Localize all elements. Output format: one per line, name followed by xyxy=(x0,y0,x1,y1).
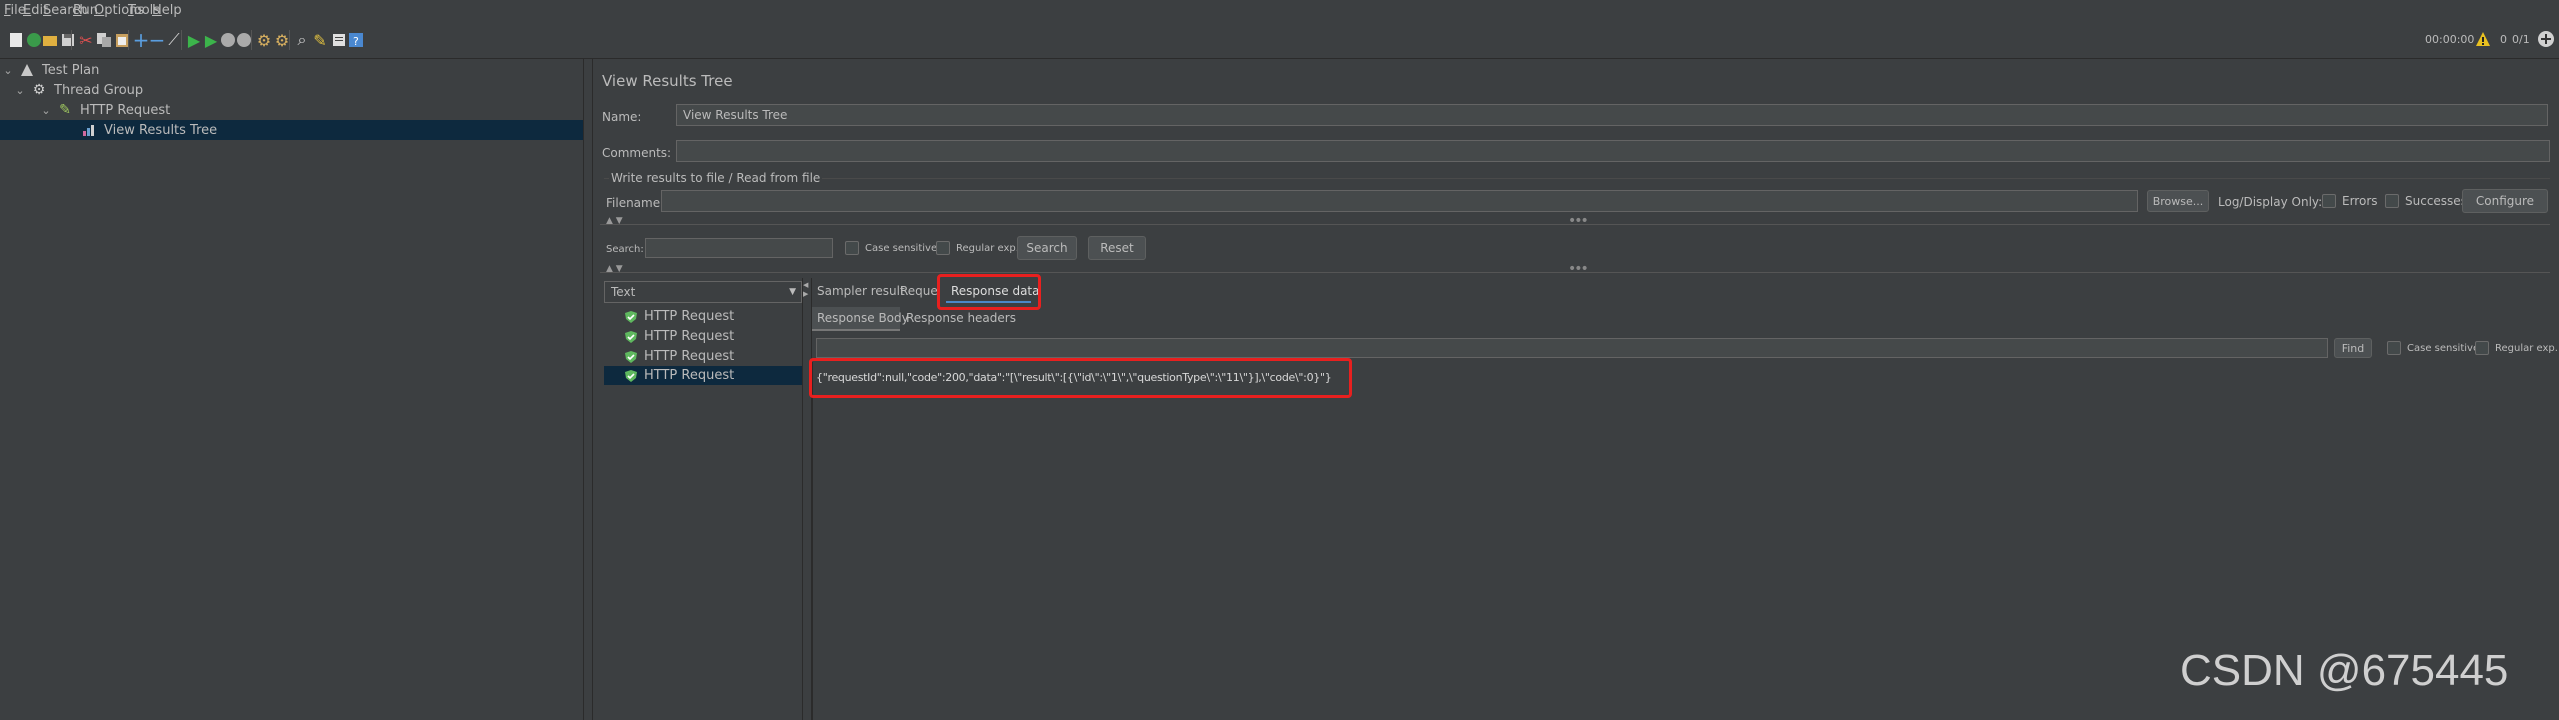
filename-label: Filename xyxy=(606,196,661,210)
reset-search-icon[interactable]: ✎ xyxy=(310,30,330,50)
result-item-label: HTTP Request xyxy=(644,368,735,383)
tree-item-label: View Results Tree xyxy=(104,122,218,138)
result-item-label: HTTP Request xyxy=(644,349,735,364)
configure-button[interactable]: Configure xyxy=(2462,189,2548,213)
name-input[interactable]: View Results Tree xyxy=(676,104,2548,126)
panel-title: View Results Tree xyxy=(602,72,733,90)
find-case-sensitive-label: Case sensitive xyxy=(2407,343,2480,354)
result-item[interactable]: HTTP Request xyxy=(604,307,808,326)
success-shield-icon xyxy=(625,369,637,382)
highlight-box-tab xyxy=(937,274,1041,310)
copy-icon[interactable] xyxy=(94,30,114,50)
file-section-title: Write results to file / Read from file xyxy=(609,171,823,185)
collapse-left-icon[interactable]: ◀ xyxy=(803,281,808,289)
find-regular-exp-label: Regular exp. xyxy=(2495,343,2558,354)
error-count: 0 xyxy=(2500,33,2507,46)
success-shield-icon xyxy=(625,330,637,343)
successes-checkbox[interactable] xyxy=(2385,194,2399,208)
result-item[interactable]: HTTP Request xyxy=(604,327,808,346)
menu-bar: File Edit Search Run Options Tools Help xyxy=(0,0,2559,22)
regular-exp-checkbox[interactable] xyxy=(936,241,950,255)
find-input[interactable] xyxy=(816,338,2328,358)
filename-input[interactable] xyxy=(661,190,2138,212)
regular-exp-label: Regular exp. xyxy=(956,243,1019,254)
comments-label: Comments: xyxy=(602,146,672,160)
comments-input[interactable] xyxy=(676,140,2550,162)
result-item-label: HTTP Request xyxy=(644,309,735,324)
gear-icon: ⚙ xyxy=(32,82,46,98)
thread-count: 0/1 xyxy=(2512,33,2530,46)
errors-label: Errors xyxy=(2342,194,2378,208)
result-item[interactable]: HTTP Request xyxy=(604,366,808,385)
clear-icon[interactable]: ⚙ xyxy=(254,30,274,50)
browse-button[interactable]: Browse... xyxy=(2147,190,2209,212)
collapse-right-icon[interactable]: ▶ xyxy=(803,290,808,298)
pipette-icon: ✎ xyxy=(59,102,71,118)
help-icon[interactable]: ? xyxy=(346,30,366,50)
elapsed-time: 00:00:00 xyxy=(2425,33,2475,46)
chevron-down-icon[interactable]: ⌄ xyxy=(2,64,14,77)
search-button[interactable]: Search xyxy=(1017,236,1077,260)
warning-icon[interactable] xyxy=(2475,31,2491,50)
paste-icon[interactable] xyxy=(112,30,132,50)
case-sensitive-label: Case sensitive xyxy=(865,243,938,254)
renderer-value: Text xyxy=(611,285,636,299)
errors-checkbox[interactable] xyxy=(2322,194,2336,208)
case-sensitive-checkbox[interactable] xyxy=(845,241,859,255)
tab-request[interactable]: Request xyxy=(900,284,940,298)
drag-handle-icon[interactable]: ••• xyxy=(1568,213,1589,229)
new-icon[interactable] xyxy=(6,30,26,50)
splitter[interactable] xyxy=(584,59,593,720)
highlight-box-response xyxy=(809,358,1352,398)
save-icon[interactable] xyxy=(58,30,78,50)
result-item-label: HTTP Request xyxy=(644,329,735,344)
tree-item-label: Test Plan xyxy=(42,62,100,78)
chevron-down-icon[interactable]: ⌄ xyxy=(14,84,26,97)
reset-button[interactable]: Reset xyxy=(1088,236,1146,260)
results-splitter[interactable] xyxy=(802,278,812,720)
tab-sampler-result[interactable]: Sampler result xyxy=(817,284,905,298)
svg-text:?: ? xyxy=(353,35,359,48)
tree-item-thread-group[interactable]: ⌄ ⚙ Thread Group xyxy=(14,80,583,100)
find-button[interactable]: Find xyxy=(2334,338,2372,358)
successes-label: Successes xyxy=(2405,194,2467,208)
name-label: Name: xyxy=(602,110,642,124)
tree-item-label: Thread Group xyxy=(54,82,144,98)
search-icon[interactable]: ⌕ xyxy=(292,30,312,50)
search-label: Search: xyxy=(606,244,644,255)
find-case-sensitive-checkbox[interactable] xyxy=(2387,341,2401,355)
menu-help[interactable]: Help xyxy=(152,3,182,18)
success-shield-icon xyxy=(625,350,637,363)
tree-item-view-results-tree[interactable]: View Results Tree xyxy=(0,120,583,140)
test-plan-icon xyxy=(18,61,36,79)
test-plan-tree: ⌄ Test Plan ⌄ ⚙ Thread Group ⌄ ✎ HTTP Re… xyxy=(0,59,584,720)
open-icon[interactable] xyxy=(40,30,60,50)
success-shield-icon xyxy=(625,310,637,323)
watermark: CSDN @675445 xyxy=(2180,646,2509,695)
subtab-response-body[interactable]: Response Body xyxy=(817,311,909,325)
cut-icon[interactable]: ✂ xyxy=(76,30,96,50)
chevron-down-icon[interactable]: ⌄ xyxy=(40,104,52,117)
renderer-select[interactable]: Text ▼ xyxy=(604,281,802,303)
find-regular-exp-checkbox[interactable] xyxy=(2475,341,2489,355)
remote-icon[interactable] xyxy=(2537,30,2555,51)
chart-icon xyxy=(80,121,98,139)
result-item[interactable]: HTTP Request xyxy=(604,347,808,366)
tree-item-http-request[interactable]: ⌄ ✎ HTTP Request xyxy=(40,100,583,120)
dropdown-arrow-icon[interactable]: ▼ xyxy=(789,287,796,297)
tree-item-label: HTTP Request xyxy=(80,102,171,118)
drag-handle-icon[interactable]: ••• xyxy=(1568,261,1589,277)
log-display-only-label: Log/Display Only: xyxy=(2218,195,2323,209)
toolbar: ✂ + − ⟋ ▶ ▶ ⚙ ⚙ ⌕ ✎ ? 00:00:00 0 0/1 xyxy=(0,22,2559,59)
search-input[interactable] xyxy=(645,238,833,258)
tree-item-test-plan[interactable]: ⌄ Test Plan xyxy=(0,60,583,80)
subtab-response-headers[interactable]: Response headers xyxy=(906,311,1016,325)
